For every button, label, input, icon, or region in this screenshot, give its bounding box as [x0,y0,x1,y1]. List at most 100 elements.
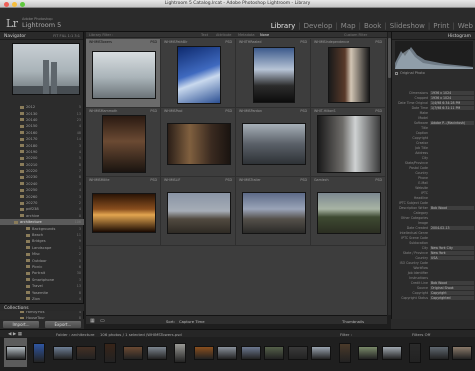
metadata-value[interactable] [430,166,474,170]
filmstrip-thumbnail[interactable] [103,342,116,363]
metadata-value[interactable]: New York [430,250,474,255]
filmstrip-cell[interactable] [98,338,121,367]
grid-cell[interactable]: WHIMSPardon PSD [236,108,311,177]
grid-cell[interactable]: WHIMSMilite PSD [86,177,161,246]
metadata-value[interactable]: 2004-02-13 [430,225,474,230]
filter-none[interactable]: None [260,33,269,37]
photo-thumbnail[interactable] [316,192,381,234]
metadata-value[interactable] [430,201,474,205]
original-photo-toggle[interactable]: Original Photo [395,71,425,75]
filmstrip-thumbnail[interactable] [264,345,284,360]
metadata-value[interactable] [430,186,474,190]
navigator-preview[interactable] [12,43,80,95]
filmstrip-thumbnail[interactable] [358,345,378,360]
metadata-value[interactable]: Copyrighted [430,295,474,300]
metadata-value[interactable] [430,276,474,280]
grid-cell[interactable]: Gamlech PSD [311,177,386,246]
metadata-value[interactable] [430,211,474,215]
filmstrip-cell[interactable] [145,338,168,367]
metadata-value[interactable]: USA [430,255,474,260]
filmstrip-cell[interactable] [28,338,51,367]
filmstrip-cell[interactable] [216,338,239,367]
filmstrip-thumbnail[interactable] [146,345,167,360]
metadata-value[interactable] [430,111,474,115]
photo-thumbnail[interactable] [241,123,306,165]
filmstrip-cell[interactable] [333,338,356,367]
filmstrip-cell[interactable] [286,338,309,367]
filter-text[interactable]: Text [201,33,208,37]
metadata-value[interactable] [430,146,474,150]
metadata-value[interactable] [430,161,474,165]
filmstrip-thumbnail[interactable] [240,345,261,360]
filmstrip-cell[interactable] [451,338,474,367]
metadata-value[interactable]: Bob Wood [430,280,474,285]
photo-thumbnail[interactable] [241,192,306,234]
metadata-value[interactable] [430,241,474,245]
grid-view-icon[interactable]: ▦ [90,318,95,324]
metadata-value[interactable]: 1/4/98 6:34:28 PM [430,100,474,105]
grid-cell[interactable]: WHIMSTowers PSD [86,39,161,108]
metadata-value[interactable] [430,271,474,275]
metadata-value[interactable] [430,156,474,160]
photo-thumbnail[interactable] [327,47,370,103]
grid-cell[interactable]: WHIMSPathBlr PSD [161,39,236,108]
filmstrip-cell[interactable] [122,338,145,367]
filmstrip-thumbnail[interactable] [123,345,143,360]
filmstrip-thumbnail[interactable] [33,342,45,363]
metadata-value[interactable]: 1/7/98 6:31:11 PM [430,105,474,110]
filmstrip-cell[interactable] [263,338,286,367]
metadata-value[interactable] [430,171,474,175]
module-print[interactable]: Print [433,22,449,30]
filmstrip-thumbnail[interactable] [193,345,214,360]
filmstrip-cell[interactable] [427,338,450,367]
navigator-header[interactable]: Navigator FIT FILL 1:1 3:1 [0,32,83,40]
filmstrip-nav-icon[interactable]: ◀ ▶ ▦ [8,332,22,337]
filmstrip-thumbnail[interactable] [409,342,421,363]
module-book[interactable]: Book [364,22,381,30]
filmstrip-cell[interactable] [4,338,27,367]
filmstrip-thumbnail[interactable] [452,345,472,360]
metadata-value[interactable] [430,216,474,220]
metadata-value[interactable]: Copyright [430,290,474,295]
metadata-value[interactable] [430,116,474,120]
metadata-value[interactable] [430,266,474,270]
metadata-value[interactable]: Bob Wood [430,205,474,210]
filmstrip-thumbnail[interactable] [428,345,449,360]
grid-cell[interactable]: WHIMSIndependence PSD [311,39,386,108]
filter-custom[interactable]: Custom Filter [344,33,367,37]
sort-value[interactable]: Capture Time [179,319,205,324]
filmstrip-cell[interactable] [380,338,403,367]
photo-thumbnail[interactable] [252,47,295,103]
histogram-graph[interactable] [395,41,473,69]
photo-thumbnail[interactable] [91,193,156,233]
filmstrip-cell[interactable] [169,338,192,367]
filmstrip-thumbnail[interactable] [174,342,186,363]
filter-metadata[interactable]: Metadata [238,33,255,37]
module-develop[interactable]: Develop [304,22,333,30]
grid-cell[interactable]: WHIMSTrailer PSD [236,177,311,246]
photo-thumbnail[interactable] [176,46,221,104]
metadata-value[interactable] [430,126,474,130]
metadata-value[interactable]: Original Shoot [430,285,474,290]
metadata-value[interactable] [430,141,474,145]
module-slideshow[interactable]: Slideshow [390,22,425,30]
photo-thumbnail[interactable] [316,115,381,173]
filmstrip-thumbnail[interactable] [217,345,237,360]
grid-cell[interactable]: WHIMSMammoth PSD [86,108,161,177]
metadata-value[interactable] [430,261,474,265]
metadata-value[interactable] [430,151,474,155]
photo-thumbnail[interactable] [166,192,231,234]
histogram-header[interactable]: Histogram [392,32,475,40]
metadata-value[interactable]: New York City [430,245,474,250]
grid-cell[interactable]: WHIT-HiltonS PSD [311,108,386,177]
filmstrip-thumbnail[interactable] [5,345,26,360]
export-button[interactable]: Export... [45,320,81,328]
metadata-value[interactable]: Adobe P...(Macintosh) [430,120,474,125]
metadata-value[interactable]: 1936 x 1024 [430,95,474,100]
filmstrip-cell[interactable] [75,338,98,367]
metadata-value[interactable] [430,236,474,240]
photo-thumbnail[interactable] [91,51,156,99]
filmstrip-thumbnail[interactable] [76,345,96,360]
grid-cell[interactable]: WHIMSPool PSD [161,108,236,177]
metadata-value[interactable] [430,131,474,135]
